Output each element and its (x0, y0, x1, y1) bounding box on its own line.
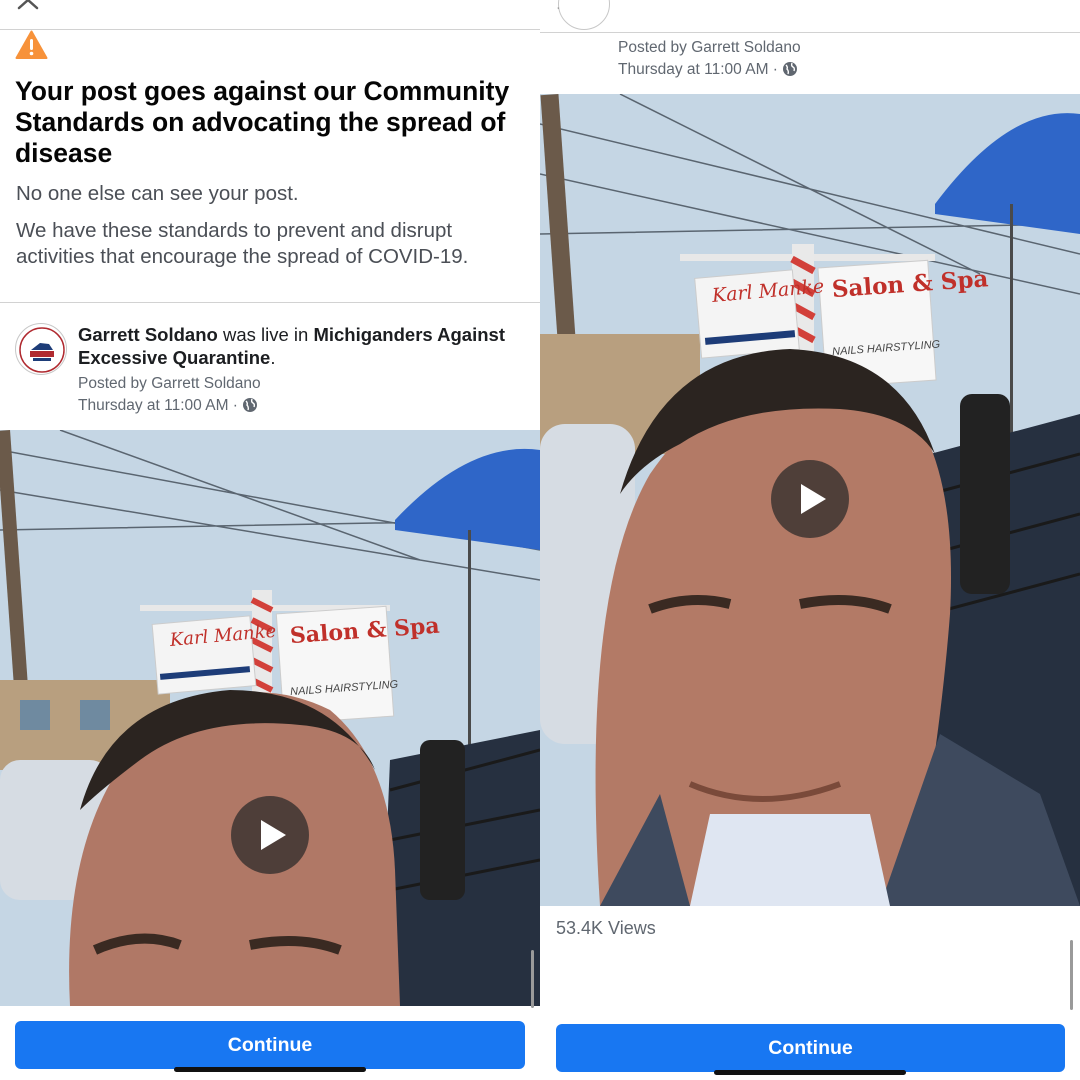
post-author-line: Garrett Soldano was live in Michiganders… (78, 323, 523, 369)
play-button[interactable] (771, 460, 849, 538)
play-button[interactable] (231, 796, 309, 874)
header-divider (0, 29, 540, 30)
continue-button[interactable]: Continue (15, 1021, 525, 1069)
avatar[interactable] (558, 0, 610, 30)
header-divider (540, 32, 1080, 33)
post-timestamp: Thursday at 11:00 AM · (78, 396, 258, 416)
live-text: was live in (222, 324, 309, 345)
globe-icon (242, 398, 257, 412)
violation-headline: Your post goes against our Community Sta… (15, 76, 510, 168)
continue-button[interactable]: Continue (556, 1024, 1065, 1072)
close-icon[interactable] (16, 0, 42, 12)
scrollbar[interactable] (531, 950, 534, 1008)
group-logo-icon (19, 327, 65, 373)
right-screen: Posted by Garrett Soldano Thursday at 11… (540, 0, 1080, 1080)
post-timestamp: Thursday at 11:00 AM · (618, 60, 798, 80)
globe-icon (782, 62, 797, 76)
left-screen: Your post goes against our Community Sta… (0, 0, 540, 1080)
video-thumbnail[interactable]: Karl Manke Salon & Spa NAILS HAIRSTYLING (0, 430, 540, 1006)
posted-by: Posted by Garrett Soldano (618, 39, 801, 56)
author-name[interactable]: Garrett Soldano (78, 324, 218, 345)
play-icon (261, 820, 286, 850)
posted-by: Posted by Garrett Soldano (78, 375, 261, 392)
video-thumbnail[interactable]: Karl Manke Salon & Spa NAILS HAIRSTYLING (540, 94, 1080, 906)
video-frame: Karl Manke Salon & Spa NAILS HAIRSTYLING (0, 430, 540, 1006)
period: . (270, 347, 276, 368)
play-icon (801, 484, 826, 514)
home-indicator (174, 1067, 366, 1072)
home-indicator (714, 1070, 906, 1075)
section-divider (0, 302, 540, 303)
visibility-notice: No one else can see your post. (16, 182, 299, 205)
timestamp-text: Thursday at 11:00 AM · (618, 61, 778, 78)
avatar[interactable] (15, 323, 67, 375)
warning-triangle-icon (15, 30, 48, 59)
standards-explanation: We have these standards to prevent and d… (16, 219, 469, 268)
view-count: 53.4K Views (556, 918, 656, 938)
scrollbar[interactable] (1070, 940, 1073, 1010)
timestamp-text: Thursday at 11:00 AM · (78, 397, 238, 414)
